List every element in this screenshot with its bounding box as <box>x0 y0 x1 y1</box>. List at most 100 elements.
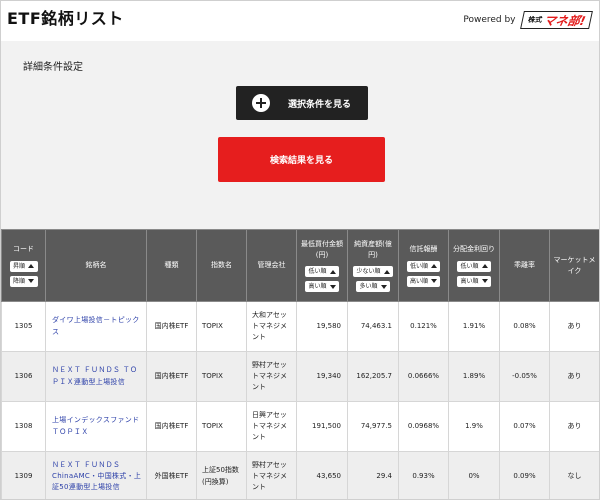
net-assets-sort-few-button[interactable]: 少ない順 <box>353 266 393 277</box>
cell-index: TOPIX <box>196 301 247 352</box>
net-assets-few-label: 少ない順 <box>356 268 381 275</box>
col-deviation: 乖離率 <box>499 229 550 302</box>
cell-index: 上証50指数(円換算) <box>196 451 247 499</box>
powered-by: Powered by 株式 マネ部! <box>463 11 593 29</box>
cell-fee: 0.93% <box>398 451 449 499</box>
cell-fee: 0.0666% <box>398 351 449 402</box>
cell-deviation: 0.07% <box>499 401 550 452</box>
code-sort: 昇順 降順 <box>4 260 43 287</box>
cell-net-assets: 29.4 <box>347 451 399 499</box>
cell-type: 国内株ETF <box>146 401 197 452</box>
page-frame: ETF銘柄リスト Powered by 株式 マネ部! 詳細条件設定 選択条件を… <box>0 0 600 500</box>
cell-min-invest: 19,580 <box>296 301 348 352</box>
cell-name-link[interactable]: 上場インデックスファンドＴＯＰＩＸ <box>45 401 147 452</box>
cell-index: TOPIX <box>196 401 247 452</box>
fee-sort: 低い順 高い順 <box>401 260 446 287</box>
triangle-down-icon <box>481 279 488 284</box>
code-sort-asc-label: 昇順 <box>12 262 25 270</box>
triangle-up-icon <box>28 264 34 269</box>
settings-title: 詳細条件設定 <box>23 62 83 73</box>
detail-settings-panel: 詳細条件設定 選択条件を見る 検索結果を見る <box>1 41 599 201</box>
cell-code: 1308 <box>1 401 46 452</box>
min-invest-sort-high-button[interactable]: 高い順 <box>305 281 339 292</box>
page-title: ETF銘柄リスト <box>7 9 124 28</box>
cell-type: 国内株ETF <box>146 301 197 352</box>
view-results-button[interactable]: 検索結果を見る <box>218 137 385 182</box>
cell-net-assets: 162,205.7 <box>347 351 399 402</box>
triangle-down-icon <box>28 279 34 284</box>
col-net-assets-label: 純資産額(億円) <box>354 240 392 259</box>
dividend-sort-low-button[interactable]: 低い順 <box>457 260 491 272</box>
dividend-sort-high-button[interactable]: 高い順 <box>457 275 491 287</box>
net-assets-sort-many-button[interactable]: 多い順 <box>356 281 390 292</box>
cell-name-link[interactable]: ＮＥＸＴ ＦＵＮＤＳ ＴＯＰＩＸ連動型上場投信 <box>45 351 147 402</box>
view-options-label: 選択条件を見る <box>288 100 352 110</box>
cell-code: 1306 <box>1 351 46 402</box>
cell-deviation: 0.09% <box>499 451 550 499</box>
cell-name-link[interactable]: ダイワ上場投信－トピックス <box>45 301 147 352</box>
triangle-up-icon <box>383 269 390 274</box>
cell-net-assets: 74,463.1 <box>347 301 399 352</box>
plus-circle-icon <box>252 94 270 112</box>
cell-dividend: 1.91% <box>448 301 500 352</box>
min-invest-sort: 低い順 高い順 <box>299 266 345 292</box>
code-sort-desc-button[interactable]: 降順 <box>9 275 38 287</box>
cell-dividend: 0% <box>448 451 500 499</box>
table-row: 1305 ダイワ上場投信－トピックス 国内株ETF TOPIX 大和アセットマネ… <box>1 301 599 352</box>
triangle-down-icon <box>380 284 387 289</box>
col-code: コード 昇順 降順 <box>1 229 46 302</box>
triangle-up-icon <box>329 269 336 274</box>
cell-deviation: -0.05% <box>499 351 550 402</box>
dividend-high-label: 高い順 <box>460 277 479 285</box>
col-market-make: マーケットメイク <box>549 229 599 302</box>
cell-fee: 0.0968% <box>398 401 449 452</box>
cell-dividend: 1.9% <box>448 401 500 452</box>
min-invest-sort-low-button[interactable]: 低い順 <box>305 266 339 277</box>
etf-table: コード 昇順 降順 銘柄名 種類 指数名 管理会社 最低買付金額(円) 低い順 <box>1 229 599 499</box>
cell-name-link[interactable]: ＮＥＸＴ ＦＵＮＤＳ ChinaAMC・中国株式・上証50連動型上場投信 <box>45 451 147 499</box>
col-name: 銘柄名 <box>45 229 147 302</box>
table-row: 1308 上場インデックスファンドＴＯＰＩＸ 国内株ETF TOPIX 日興アセ… <box>1 401 599 452</box>
cell-deviation: 0.08% <box>499 301 550 352</box>
col-manager: 管理会社 <box>246 229 297 302</box>
min-invest-high-label: 高い順 <box>308 283 327 290</box>
triangle-up-icon <box>431 264 437 269</box>
table-row: 1309 ＮＥＸＴ ＦＵＮＤＳ ChinaAMC・中国株式・上証50連動型上場投… <box>1 451 599 499</box>
cell-min-invest: 43,650 <box>296 451 348 499</box>
cell-net-assets: 74,977.5 <box>347 401 399 452</box>
cell-dividend: 1.89% <box>448 351 500 402</box>
code-sort-desc-label: 降順 <box>12 277 25 285</box>
brand-logo[interactable]: 株式 マネ部! <box>519 11 593 29</box>
net-assets-sort: 少ない順 多い順 <box>350 266 396 292</box>
table-header-row: コード 昇順 降順 銘柄名 種類 指数名 管理会社 最低買付金額(円) 低い順 <box>1 229 599 302</box>
triangle-down-icon <box>431 279 437 284</box>
col-type: 種類 <box>146 229 197 302</box>
fee-low-label: 低い順 <box>409 262 428 270</box>
net-assets-many-label: 多い順 <box>359 283 378 290</box>
code-sort-asc-button[interactable]: 昇順 <box>9 260 38 272</box>
col-code-label: コード <box>13 245 34 254</box>
fee-sort-high-button[interactable]: 高い順 <box>406 275 440 287</box>
dividend-sort: 低い順 高い順 <box>451 260 497 287</box>
fee-sort-low-button[interactable]: 低い順 <box>406 260 440 272</box>
table-row: 1306 ＮＥＸＴ ＦＵＮＤＳ ＴＯＰＩＸ連動型上場投信 国内株ETF TOPI… <box>1 351 599 402</box>
cell-type: 外国株ETF <box>146 451 197 499</box>
cell-market-make: あり <box>549 301 599 352</box>
col-dividend-label: 分配金利回り <box>453 245 495 254</box>
page-header: ETF銘柄リスト Powered by 株式 マネ部! <box>1 1 599 41</box>
logo-small-text: 株式 <box>526 16 543 24</box>
cell-manager: 大和アセットマネジメント <box>246 301 297 352</box>
cell-manager: 野村アセットマネジメント <box>246 451 297 499</box>
powered-by-text: Powered by <box>463 15 516 25</box>
view-options-button[interactable]: 選択条件を見る <box>236 86 368 120</box>
logo-main-text: マネ部! <box>541 13 587 28</box>
cell-index: TOPIX <box>196 351 247 402</box>
dividend-low-label: 低い順 <box>460 262 479 270</box>
triangle-down-icon <box>329 284 336 289</box>
fee-high-label: 高い順 <box>409 277 428 285</box>
etf-table-container: コード 昇順 降順 銘柄名 種類 指数名 管理会社 最低買付金額(円) 低い順 <box>1 229 599 499</box>
cell-manager: 野村アセットマネジメント <box>246 351 297 402</box>
cell-market-make: あり <box>549 351 599 402</box>
cell-type: 国内株ETF <box>146 351 197 402</box>
cell-min-invest: 19,340 <box>296 351 348 402</box>
